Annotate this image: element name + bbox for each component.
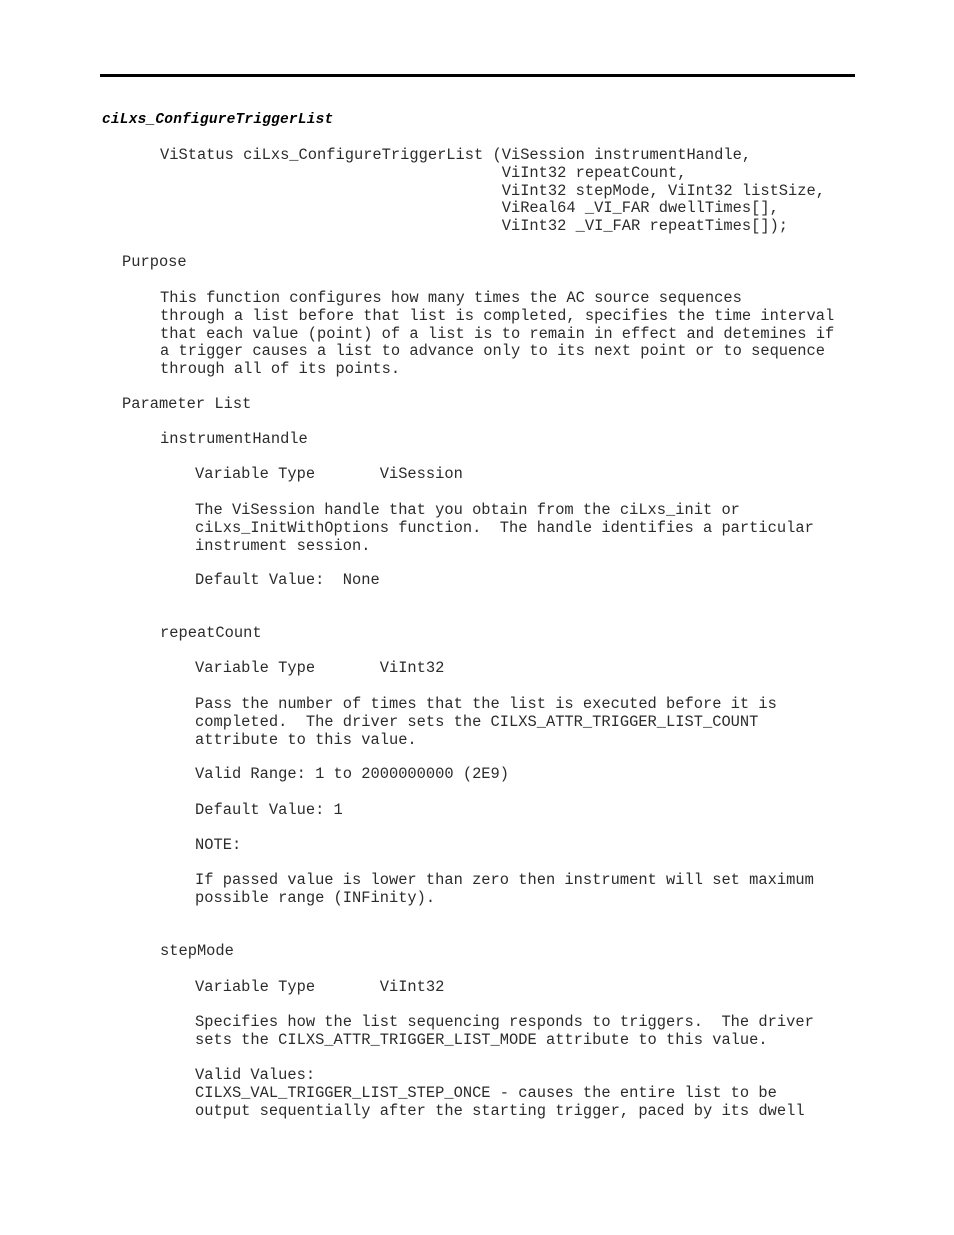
purpose-body-text: This function configures how many times … bbox=[160, 289, 835, 379]
function-title: ciLxs_ConfigureTriggerList bbox=[102, 112, 334, 128]
parameter-variable-type-repeatcount: Variable Type ViInt32 bbox=[195, 659, 445, 677]
header-rule bbox=[100, 74, 855, 77]
parameter-name-repeatcount: repeatCount bbox=[160, 624, 262, 642]
parameter-description-instrumenthandle: The ViSession handle that you obtain fro… bbox=[195, 501, 814, 555]
parameter-description-repeatcount: Pass the number of times that the list i… bbox=[195, 695, 777, 749]
parameter-variable-type-instrumenthandle: Variable Type ViSession bbox=[195, 465, 463, 483]
parameter-note-body-repeatcount: If passed value is lower than zero then … bbox=[195, 871, 814, 907]
parameter-note-heading-repeatcount: NOTE: bbox=[195, 836, 242, 854]
document-page: ciLxs_ConfigureTriggerList ViStatus ciLx… bbox=[0, 0, 954, 1235]
section-heading-purpose: Purpose bbox=[122, 253, 187, 271]
parameter-variable-type-stepmode: Variable Type ViInt32 bbox=[195, 978, 445, 996]
parameter-default-value-repeatcount: Default Value: 1 bbox=[195, 801, 343, 819]
function-signature: ViStatus ciLxs_ConfigureTriggerList (ViS… bbox=[160, 146, 825, 236]
parameter-name-stepmode: stepMode bbox=[160, 942, 234, 960]
parameter-name-instrumenthandle: instrumentHandle bbox=[160, 430, 308, 448]
parameter-description-stepmode: Specifies how the list sequencing respon… bbox=[195, 1013, 814, 1049]
section-heading-parameter-list: Parameter List bbox=[122, 395, 252, 413]
parameter-default-value-instrumenthandle: Default Value: None bbox=[195, 571, 380, 589]
parameter-valid-range-repeatcount: Valid Range: 1 to 2000000000 (2E9) bbox=[195, 765, 510, 783]
parameter-valid-values-stepmode: Valid Values: CILXS_VAL_TRIGGER_LIST_STE… bbox=[195, 1066, 805, 1120]
